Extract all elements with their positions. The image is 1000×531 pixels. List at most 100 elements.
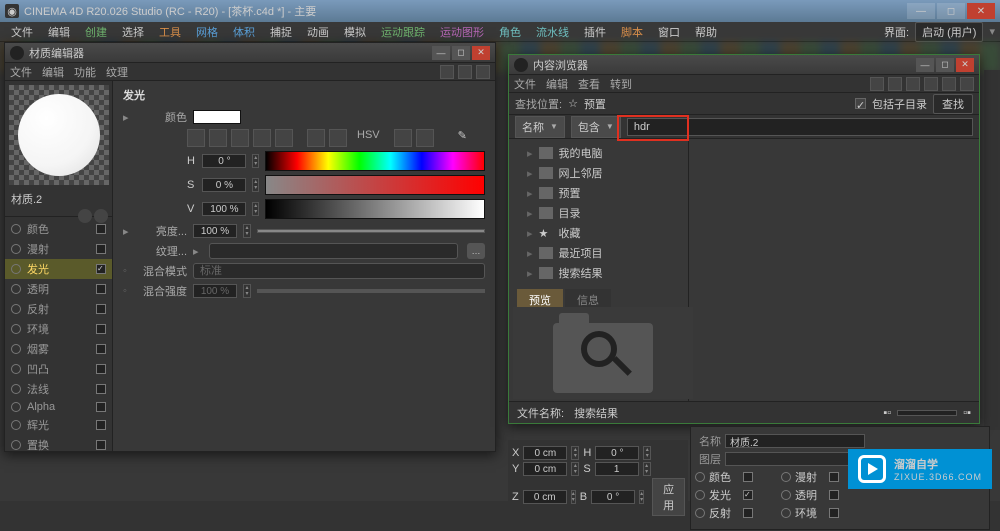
- material-name[interactable]: 材质.2: [5, 189, 112, 209]
- channel-法线[interactable]: 法线: [5, 379, 112, 399]
- prop-check[interactable]: [743, 508, 753, 518]
- channel-辉光[interactable]: 辉光: [5, 415, 112, 435]
- mat-close-button[interactable]: ✕: [472, 46, 490, 60]
- minimize-button[interactable]: —: [907, 3, 935, 19]
- v-spinner[interactable]: ▴▾: [252, 202, 259, 216]
- cb-search-input[interactable]: [627, 118, 973, 136]
- channel-Alpha[interactable]: Alpha: [5, 399, 112, 415]
- coord-z-input[interactable]: [523, 490, 567, 504]
- cb-filter-op-dd[interactable]: 包含▼: [571, 116, 621, 138]
- menu-window[interactable]: 窗口: [652, 22, 686, 42]
- channel-反射[interactable]: 反射: [5, 299, 112, 319]
- mat-menu-tex[interactable]: 纹理: [106, 64, 128, 80]
- channel-颜色[interactable]: 颜色: [5, 219, 112, 239]
- s-spinner[interactable]: ▴▾: [252, 178, 259, 192]
- texture-drop[interactable]: [209, 243, 458, 259]
- channel-radio[interactable]: [11, 304, 21, 314]
- cb-tool-fav-icon[interactable]: [942, 77, 956, 91]
- tree-cat[interactable]: ▸目录: [513, 203, 684, 223]
- channel-radio[interactable]: [11, 344, 21, 354]
- tree-expand-icon[interactable]: ▸: [527, 167, 533, 180]
- menu-create[interactable]: 创建: [79, 22, 113, 42]
- prop-layer-input[interactable]: [725, 452, 865, 466]
- channel-check[interactable]: [96, 264, 106, 274]
- picker-eyedrop-icon[interactable]: [416, 129, 434, 147]
- coord-z-spin[interactable]: ▴▾: [571, 490, 576, 504]
- channel-check[interactable]: [96, 364, 106, 374]
- channel-radio[interactable]: [11, 284, 21, 294]
- zoom-out-icon[interactable]: ▪▫: [883, 407, 891, 419]
- prop-check[interactable]: [829, 490, 839, 500]
- cb-tool-up-icon[interactable]: [906, 77, 920, 91]
- coord-h-spin[interactable]: ▴▾: [643, 446, 651, 460]
- channel-check[interactable]: [96, 284, 106, 294]
- zoom-slider[interactable]: [897, 410, 957, 416]
- expand-bright-icon[interactable]: ▸: [123, 225, 133, 238]
- menu-help[interactable]: 帮助: [689, 22, 723, 42]
- prop-radio[interactable]: [695, 472, 705, 482]
- coord-y-spin[interactable]: ▴▾: [571, 462, 579, 476]
- channel-radio[interactable]: [11, 224, 21, 234]
- picker-wheel-icon[interactable]: [209, 129, 227, 147]
- menu-anim[interactable]: 动画: [301, 22, 335, 42]
- mat-titlebar[interactable]: 材质编辑器 — ◻ ✕: [5, 43, 495, 63]
- channel-check[interactable]: [96, 304, 106, 314]
- channel-radio[interactable]: [11, 384, 21, 394]
- cb-subfolders-check[interactable]: ✓: [855, 98, 866, 109]
- menu-edit[interactable]: 编辑: [42, 22, 76, 42]
- tree-expand-icon[interactable]: ▸: [527, 147, 533, 160]
- tree-preset[interactable]: ▸预置: [513, 183, 684, 203]
- tree-result[interactable]: ▸搜索结果: [513, 263, 684, 283]
- cb-tool-search-icon[interactable]: [960, 77, 974, 91]
- tree-expand-icon[interactable]: ▸: [527, 267, 533, 280]
- mat-menu-func[interactable]: 功能: [74, 64, 96, 80]
- menu-char[interactable]: 角色: [493, 22, 527, 42]
- coord-x-spin[interactable]: ▴▾: [571, 446, 579, 460]
- channel-radio[interactable]: [11, 264, 21, 274]
- coord-b-spin[interactable]: ▴▾: [639, 490, 644, 504]
- cb-min-button[interactable]: —: [916, 58, 934, 72]
- menu-track[interactable]: 运动跟踪: [375, 22, 431, 42]
- tree-star[interactable]: ▸★收藏: [513, 223, 684, 243]
- channel-环境[interactable]: 环境: [5, 319, 112, 339]
- brightness-spinner[interactable]: ▴▾: [243, 224, 251, 238]
- picker-mode-icon[interactable]: [187, 129, 205, 147]
- channel-radio[interactable]: [11, 364, 21, 374]
- picker-list-icon[interactable]: [329, 129, 347, 147]
- menu-tools[interactable]: 工具: [153, 22, 187, 42]
- cb-tool-home-icon[interactable]: [888, 77, 902, 91]
- tree-recent[interactable]: ▸最近项目: [513, 243, 684, 263]
- channel-check[interactable]: [96, 344, 106, 354]
- prop-check[interactable]: [743, 490, 753, 500]
- picker-spectrum-icon[interactable]: [231, 129, 249, 147]
- menu-volume[interactable]: 体积: [227, 22, 261, 42]
- channel-radio[interactable]: [11, 420, 21, 430]
- cb-close-button[interactable]: ✕: [956, 58, 974, 72]
- menu-file[interactable]: 文件: [5, 22, 39, 42]
- tree-net[interactable]: ▸网上邻居: [513, 163, 684, 183]
- channel-check[interactable]: [96, 440, 106, 450]
- cb-menu-view[interactable]: 查看: [578, 76, 600, 92]
- h-spinner[interactable]: ▴▾: [252, 154, 259, 168]
- picker-rgb-icon[interactable]: [307, 129, 325, 147]
- tree-expand-icon[interactable]: ▸: [527, 187, 533, 200]
- mat-tool-func-icon[interactable]: [458, 65, 472, 79]
- expand-icon[interactable]: ▸: [123, 111, 133, 124]
- tree-pc[interactable]: ▸我的电脑: [513, 143, 684, 163]
- menu-pipe[interactable]: 流水线: [530, 22, 575, 42]
- coord-b-input[interactable]: [591, 490, 635, 504]
- picker-grid-icon[interactable]: [394, 129, 412, 147]
- tex-menu-icon[interactable]: ▸: [193, 245, 203, 258]
- channel-check[interactable]: [96, 420, 106, 430]
- channel-radio[interactable]: [11, 402, 21, 412]
- menu-snap[interactable]: 捕捉: [264, 22, 298, 42]
- channel-check[interactable]: [96, 324, 106, 334]
- s-input[interactable]: [202, 178, 246, 192]
- hue-slider[interactable]: [265, 151, 485, 171]
- prop-check[interactable]: [829, 508, 839, 518]
- channel-radio[interactable]: [11, 440, 21, 450]
- brightness-input[interactable]: [193, 224, 237, 238]
- channel-置换[interactable]: 置换: [5, 435, 112, 451]
- tree-expand-icon[interactable]: ▸: [527, 207, 533, 220]
- eyedropper-icon[interactable]: ✎: [458, 129, 476, 147]
